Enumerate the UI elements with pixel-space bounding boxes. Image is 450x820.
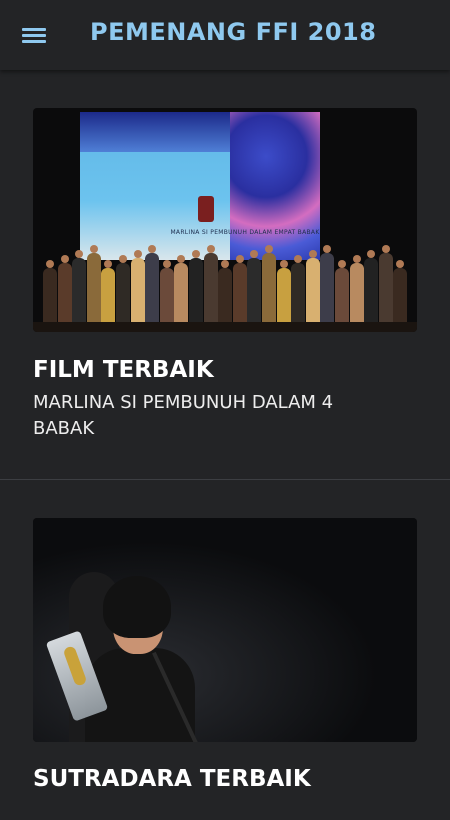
- stage-person: [320, 245, 335, 326]
- stage-person: [130, 250, 145, 326]
- card-title: FILM TERBAIK: [33, 357, 214, 383]
- app-title: PEMENANG FFI 2018: [90, 18, 377, 46]
- stage-person: [335, 260, 349, 326]
- stage-person: [247, 250, 262, 326]
- stage-person: [203, 245, 218, 326]
- stage-person: [378, 245, 393, 326]
- winner-card-best-film[interactable]: MARLINA SI PEMBUNUH DALAM EMPAT BABAK FI…: [0, 70, 450, 480]
- stage-person: [349, 255, 364, 326]
- stage-screen: MARLINA SI PEMBUNUH DALAM EMPAT BABAK: [80, 112, 320, 260]
- best-film-photo: MARLINA SI PEMBUNUH DALAM EMPAT BABAK: [33, 108, 417, 332]
- stage-person: [116, 255, 130, 326]
- stage-person: [393, 260, 408, 326]
- stage-person: [57, 255, 72, 326]
- card-subtitle: MARLINA SI PEMBUNUH DALAM 4 BABAK: [33, 392, 334, 439]
- card-title-2: SUTRADARA TERBAIK: [33, 766, 311, 792]
- stage-person: [174, 255, 189, 326]
- stage-person: [72, 250, 87, 326]
- stage-person: [189, 250, 203, 326]
- stage-person: [145, 245, 160, 326]
- stage-person: [364, 250, 379, 326]
- stage-person: [291, 255, 306, 326]
- best-director-photo: [33, 518, 417, 742]
- stage-person: [101, 260, 116, 326]
- screen-caption: MARLINA SI PEMBUNUH DALAM EMPAT BABAK: [170, 229, 320, 236]
- crowd-on-stage: [33, 242, 417, 332]
- stage-person: [86, 245, 101, 326]
- app-bar: PEMENANG FFI 2018: [0, 0, 450, 70]
- stage-person: [276, 260, 291, 326]
- stage-person: [262, 245, 276, 326]
- hamburger-menu-icon[interactable]: [22, 24, 48, 46]
- winners-list: MARLINA SI PEMBUNUH DALAM EMPAT BABAK FI…: [0, 70, 450, 820]
- stage-person: [305, 250, 320, 326]
- stage-person: [43, 260, 57, 326]
- stage-person: [218, 260, 233, 326]
- stage-person: [232, 255, 247, 326]
- stage-person: [159, 260, 174, 326]
